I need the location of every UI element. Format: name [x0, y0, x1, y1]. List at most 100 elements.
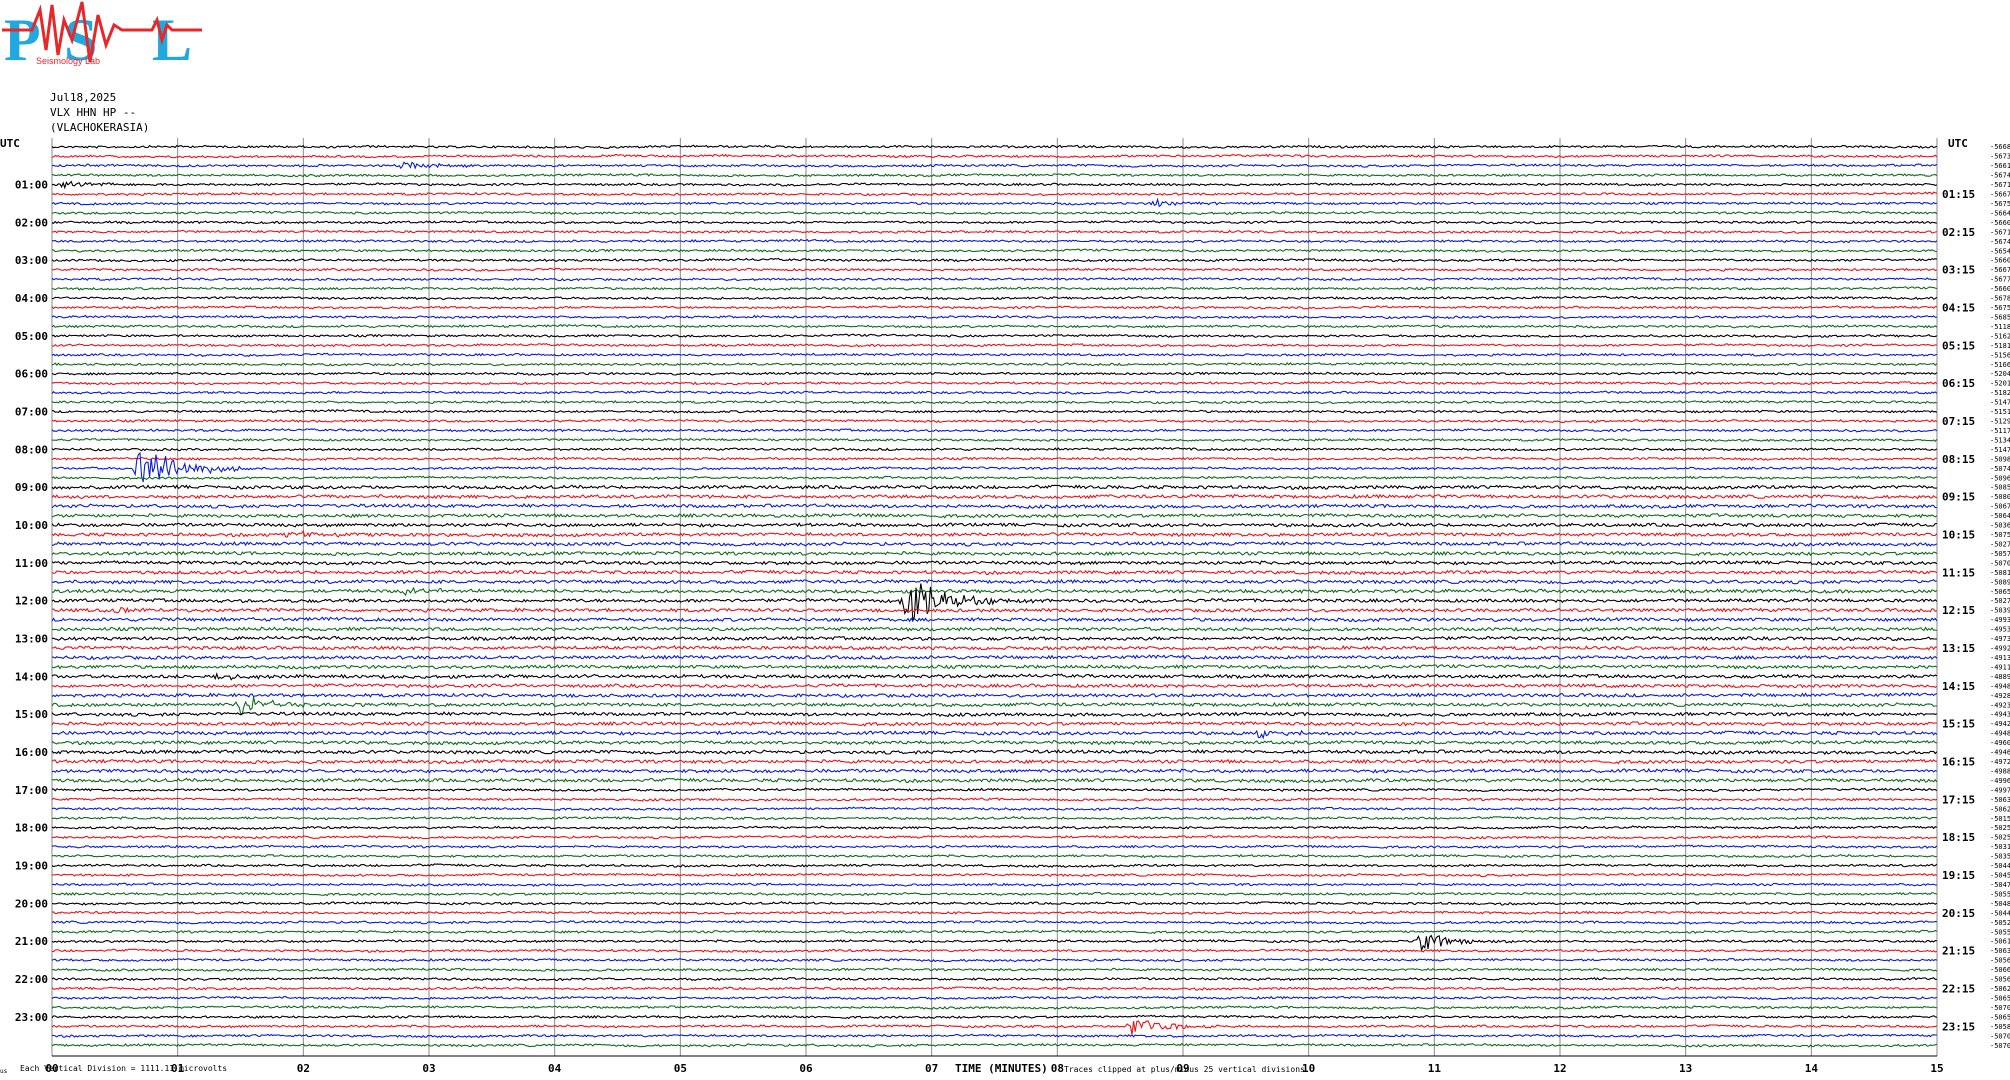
seismic-trace [51, 569, 1938, 576]
row-offset-label: -4996 [1990, 777, 2010, 785]
row-offset-label: -5065 [1990, 588, 2010, 596]
row-offset-label: -5182 [1990, 389, 2010, 397]
seismic-trace [51, 323, 1938, 329]
seismic-trace [51, 238, 1938, 244]
hour-label-left: 11:00 [15, 557, 48, 570]
seismic-trace [51, 739, 1937, 746]
seismic-trace [51, 606, 1937, 614]
seismic-trace [51, 314, 1937, 320]
row-offset-label: -5085 [1990, 484, 2010, 492]
hour-label-right: 07:15 [1942, 415, 1975, 428]
hour-label-left: 01:00 [15, 179, 48, 192]
seismic-trace [51, 352, 1938, 357]
hour-label-left: 10:00 [15, 519, 48, 532]
row-offset-label: -5678 [1990, 295, 2010, 303]
row-offset-label: -5039 [1990, 607, 2010, 615]
x-axis-label: TIME (MINUTES) [955, 1062, 1048, 1075]
seismic-trace [51, 692, 1938, 699]
seismic-trace [51, 276, 1937, 282]
seismic-trace [51, 872, 1938, 878]
seismic-trace [51, 853, 1937, 859]
seismic-trace [51, 161, 1938, 170]
hour-label-right: 03:15 [1942, 264, 1975, 277]
seismic-trace [51, 825, 1938, 831]
row-offset-label: -5675 [1990, 200, 2010, 208]
row-offset-label: -5667 [1990, 266, 2010, 274]
row-offset-label: -5063 [1990, 796, 2010, 804]
hour-label-left: 23:00 [15, 1011, 48, 1024]
row-offset-label: -5027 [1990, 540, 2010, 548]
row-offset-label: -5070 [1990, 559, 2010, 567]
row-offset-label: -5677 [1990, 276, 2010, 284]
hour-label-right: 16:15 [1942, 756, 1975, 769]
x-tick-label: 08 [1051, 1062, 1064, 1075]
seismic-trace [51, 484, 1937, 491]
row-offset-label: -5055 [1990, 890, 2010, 898]
seismic-trace [51, 1005, 1937, 1010]
seismic-trace [51, 475, 1937, 481]
row-offset-label: -5667 [1990, 191, 2010, 199]
seismic-trace [51, 390, 1938, 395]
seismic-trace [51, 720, 1937, 727]
seismic-trace [51, 210, 1938, 216]
row-offset-label: -5156 [1990, 351, 2010, 359]
hour-label-left: 16:00 [15, 746, 48, 759]
row-offset-label: -4993 [1990, 616, 2010, 624]
row-offset-label: -4913 [1990, 654, 2010, 662]
seismic-trace [51, 371, 1938, 376]
row-offset-label: -5065 [1990, 994, 2010, 1002]
seismic-trace [51, 816, 1937, 821]
row-offset-label: -5134 [1990, 436, 2010, 444]
row-offset-label: -5064 [1990, 512, 2010, 520]
hour-label-right: 06:15 [1942, 377, 1975, 390]
seismic-trace [51, 729, 1938, 740]
row-offset-label: -5147 [1990, 446, 2010, 454]
row-offset-label: -5067 [1990, 503, 2010, 511]
hour-label-right: 01:15 [1942, 188, 1975, 201]
seismic-trace [51, 493, 1937, 500]
row-offset-label: -5052 [1990, 919, 2010, 927]
seismic-trace [51, 967, 1938, 973]
row-offset-label: -5675 [1990, 304, 2010, 312]
hour-label-left: 02:00 [15, 216, 48, 229]
row-offset-label: -5668 [1990, 143, 2010, 151]
seismic-trace [51, 901, 1938, 906]
seismic-trace [51, 654, 1938, 661]
seismic-trace [51, 863, 1938, 868]
hour-label-left: 22:00 [15, 973, 48, 986]
row-offset-label: -5674 [1990, 238, 2010, 246]
helicorder-plot: 01:00 02:00 03:00 04:00 05:00 06:00 07:00 08:00… [15, 138, 2010, 1075]
x-tick-label: 15 [1930, 1062, 1943, 1075]
x-tick-label: 04 [548, 1062, 562, 1075]
hour-label-right: 09:15 [1942, 491, 1975, 504]
hour-label-left: 04:00 [15, 292, 48, 305]
seismic-trace [51, 796, 1938, 802]
seismic-trace [51, 257, 1937, 263]
seismic-trace [51, 409, 1938, 414]
row-offset-label: -5036 [1990, 522, 2010, 530]
seismic-trace [51, 777, 1938, 784]
row-offset-label: -4911 [1990, 663, 2010, 671]
row-offset-label: -5664 [1990, 209, 2010, 217]
seismic-trace [51, 267, 1937, 272]
seismic-trace [51, 934, 1937, 953]
row-offset-label: -5685 [1990, 313, 2010, 321]
seismic-trace [51, 399, 1937, 405]
row-offset-label: -5674 [1990, 172, 2010, 180]
row-offset-label: -5204 [1990, 370, 2010, 378]
seismic-trace [51, 220, 1937, 225]
seismic-trace [51, 910, 1937, 915]
row-offset-label: -5070 [1990, 1042, 2010, 1050]
seismic-trace [51, 305, 1937, 310]
hour-label-left: 03:00 [15, 254, 48, 267]
row-offset-label: -5673 [1990, 153, 2010, 161]
row-offset-label: -4923 [1990, 701, 2010, 709]
row-offset-label: -5061 [1990, 938, 2010, 946]
seismic-trace [51, 361, 1938, 367]
hour-label-right: 04:15 [1942, 302, 1975, 315]
row-offset-label: -5058 [1990, 1023, 2010, 1031]
seismic-trace [51, 948, 1938, 954]
hour-label-left: 13:00 [15, 633, 48, 646]
row-offset-label: -5162 [1990, 332, 2010, 340]
row-offset-label: -5057 [1990, 550, 2010, 558]
